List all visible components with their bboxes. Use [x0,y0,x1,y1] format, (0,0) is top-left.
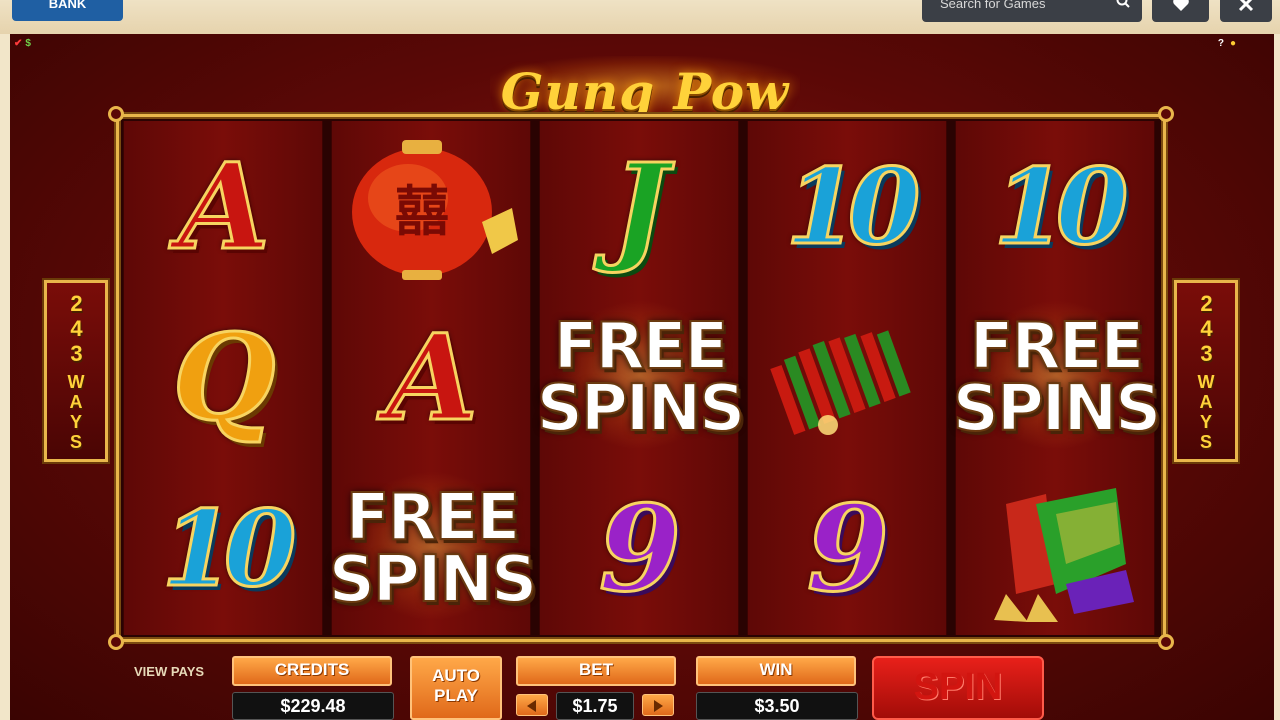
ways-word: WAYS [1196,371,1216,452]
heart-icon [1172,0,1189,11]
bet-increase-button[interactable] [642,694,674,716]
reel-symbol: A [332,292,532,463]
symbol-ace: A [385,307,480,447]
check-icon: ✔ [14,38,23,49]
frame-corner [1158,106,1174,122]
credits-label: CREDITS [232,656,392,686]
sound-icon[interactable]: ● [1230,38,1236,49]
symbol-ace: A [177,136,272,276]
close-icon [1238,0,1254,12]
free-spins-line2: SPINS [328,542,538,617]
search-icon[interactable] [1116,0,1130,8]
arrow-left-icon [527,700,536,712]
reel-symbol: FREE SPINS [328,463,538,634]
frame-corner [1158,634,1174,650]
help-icon[interactable]: ? [1218,38,1224,49]
close-button[interactable] [1220,0,1272,22]
free-spins-line1: FREE [345,480,521,555]
slot-game: ✔ $ ? ● Gung Pow 243 WAYS 243 WAYS A Q 10 [10,34,1274,720]
win-value: $3.50 [696,692,858,720]
status-icons: ✔ $ [14,38,31,49]
reel-symbol: 10 [748,121,948,292]
reel-symbol: Q [124,292,324,463]
spin-button[interactable]: SPIN [872,656,1044,720]
lantern-icon: 囍 [352,139,518,280]
symbol-nine: 9 [805,478,890,618]
symbol-ten: 10 [160,486,298,610]
free-spins-line1: FREE [553,309,729,384]
reel-symbol: 9 [540,463,740,634]
reel-4: 10 9 [747,121,947,635]
symbol-queen: Q [171,307,277,447]
arrow-right-icon [654,700,663,712]
ways-number: 243 [1194,290,1219,366]
free-spins-line2: SPINS [536,371,746,446]
svg-text:囍: 囍 [395,179,449,243]
reel-symbol: FREE SPINS [536,292,746,463]
reel-1: A Q 10 [123,121,323,635]
help-icons: ? ● [1218,38,1236,49]
credits-value: $229.48 [232,692,394,720]
symbol-ten: 10 [784,144,922,268]
reel-symbol: FREE SPINS [952,292,1162,463]
bet-decrease-button[interactable] [516,694,548,716]
ways-plaque-left: 243 WAYS [44,280,108,462]
symbol-nine: 9 [597,478,682,618]
ways-plaque-right: 243 WAYS [1174,280,1238,462]
search-input[interactable]: Search for Games [922,0,1142,22]
reel-symbol: 10 [124,463,324,634]
win-label: WIN [696,656,856,686]
autoplay-line2: PLAY [434,686,478,705]
bet-label: BET [516,656,676,686]
autoplay-line1: AUTO [432,666,480,685]
view-pays-button[interactable]: VIEW PAYS [134,664,204,679]
dollar-icon: $ [25,38,31,49]
reel-symbol [956,463,1156,634]
frame-corner [108,634,124,650]
reel-symbol: A [124,121,324,292]
reel-symbol: 10 [956,121,1156,292]
symbol-jack: J [611,136,670,276]
reel-5: 10 FREE SPINS [952,121,1162,635]
reel-symbol: J [540,121,740,292]
free-spins-line2: SPINS [952,371,1162,446]
search-placeholder: Search for Games [940,0,1046,11]
frame-corner [108,106,124,122]
free-spins-symbol: FREE SPINS [328,469,538,629]
reel-3: J FREE SPINS 9 [536,121,746,635]
ways-number: 243 [64,290,89,366]
favorite-button[interactable] [1152,0,1209,22]
game-title: Gung Pow [500,62,790,121]
autoplay-button[interactable]: AUTO PLAY [410,656,502,720]
reel-symbol: 9 [748,463,948,634]
bank-button[interactable]: BANK [12,0,123,21]
firecrackers-icon [770,329,911,435]
reel-2: 囍 A FREE SPINS [328,121,538,635]
free-spins-symbol: FREE SPINS [952,298,1162,458]
free-spins-line1: FREE [969,309,1145,384]
free-spins-symbol: FREE SPINS [536,298,746,458]
reel-symbol: 囍 [332,121,532,292]
rockets-icon [994,487,1134,622]
casino-top-bar: BANK Search for Games [0,0,1280,34]
bet-value: $1.75 [556,692,634,720]
reel-symbol [748,292,948,463]
ways-word: WAYS [66,371,86,452]
symbol-ten: 10 [992,144,1130,268]
reels-frame: A Q 10 囍 A FREE SPINS J FREE SPINS 9 10 … [108,106,1174,650]
